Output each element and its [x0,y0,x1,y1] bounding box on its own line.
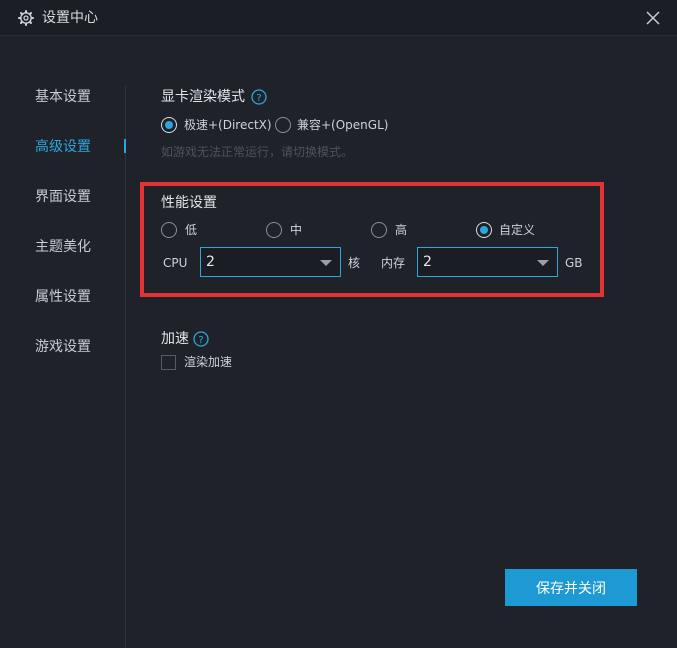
memory-unit: GB [565,256,583,270]
close-button[interactable] [640,6,666,30]
chevron-down-icon [320,260,332,266]
cpu-unit: 核 [348,256,361,270]
cpu-select[interactable]: 2 [200,247,341,277]
sidebar-item-advanced[interactable]: 高级设置 [35,139,91,156]
title-bar: 设置中心 [0,0,677,36]
gear-icon [18,10,34,26]
radio-directx[interactable] [161,117,177,133]
sidebar-item-theme[interactable]: 主题美化 [35,239,91,256]
sidebar-item-properties[interactable]: 属性设置 [35,289,91,306]
radio-perf-low-label: 低 [185,223,198,237]
radio-perf-high[interactable] [371,222,387,238]
render-mode-title: 显卡渲染模式 [161,89,245,105]
acceleration-title: 加速 [161,331,189,347]
radio-perf-medium-label: 中 [290,223,303,237]
radio-perf-low[interactable] [161,222,177,238]
cpu-select-value: 2 [206,254,215,270]
memory-label: 内存 [381,256,406,270]
radio-directx-label: 极速+(DirectX) [184,118,272,132]
save-and-close-button[interactable]: 保存并关闭 [505,569,637,606]
chevron-down-icon [537,260,549,266]
radio-perf-high-label: 高 [395,223,408,237]
performance-title: 性能设置 [161,195,217,211]
help-icon[interactable]: ? [193,331,209,347]
sidebar-item-basic[interactable]: 基本设置 [35,89,91,106]
render-acceleration-label: 渲染加速 [184,355,233,369]
svg-text:?: ? [256,93,261,104]
radio-perf-custom-label: 自定义 [499,223,536,237]
memory-select[interactable]: 2 [417,247,558,277]
radio-perf-custom[interactable] [476,222,492,238]
sidebar-item-game[interactable]: 游戏设置 [35,339,91,356]
sidebar-item-interface[interactable]: 界面设置 [35,189,91,206]
window-title: 设置中心 [42,10,98,26]
render-mode-hint: 如游戏无法正常运行，请切换模式。 [161,145,354,159]
sidebar-active-indicator [124,139,126,153]
radio-perf-medium[interactable] [266,222,282,238]
radio-opengl-label: 兼容+(OpenGL) [297,118,389,132]
radio-opengl[interactable] [275,117,291,133]
render-acceleration-checkbox[interactable] [161,355,176,370]
cpu-label: CPU [163,256,188,270]
help-icon[interactable]: ? [251,89,267,105]
svg-text:?: ? [198,335,203,346]
sidebar-divider [125,86,126,648]
memory-select-value: 2 [423,254,432,270]
